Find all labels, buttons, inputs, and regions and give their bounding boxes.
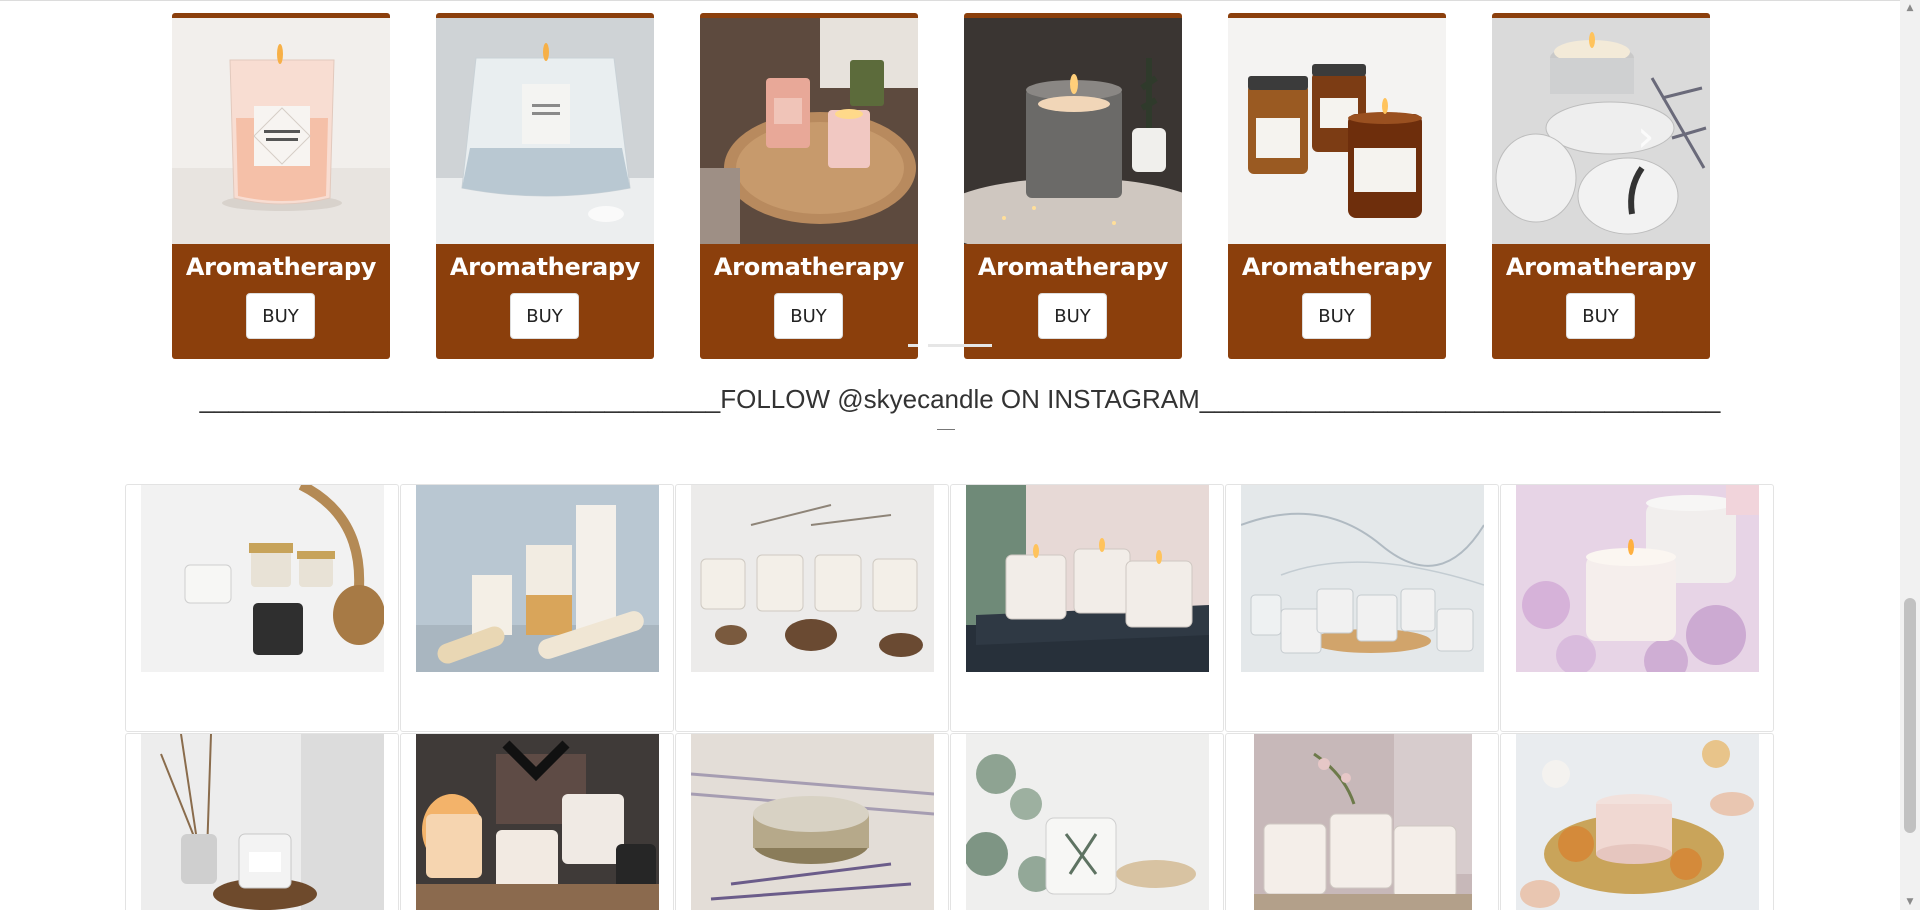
photo-jar-eucalyptus bbox=[966, 734, 1209, 910]
product-image-glass-fur bbox=[964, 18, 1182, 244]
product-title: Aromatherapy bbox=[185, 253, 377, 281]
product-carousel: Aromatherapy BUY Aromatherapy BUY Aromat… bbox=[172, 13, 1710, 359]
instagram-tile[interactable] bbox=[125, 484, 399, 732]
instagram-tile[interactable] bbox=[125, 733, 399, 910]
photo-tin-lavender bbox=[691, 734, 934, 910]
scroll-down-icon[interactable]: ▼ bbox=[1900, 894, 1920, 910]
product-title: Aromatherapy bbox=[1241, 253, 1433, 281]
candle-photo bbox=[700, 18, 918, 244]
buy-button[interactable]: BUY bbox=[1302, 293, 1371, 339]
page: Aromatherapy BUY Aromatherapy BUY Aromat… bbox=[0, 0, 1920, 910]
product-card: Aromatherapy BUY bbox=[172, 13, 390, 359]
product-image-tins-lavender bbox=[1492, 18, 1710, 244]
photo-jars-linen-flowers bbox=[1254, 734, 1472, 910]
product-card: Aromatherapy BUY bbox=[964, 13, 1182, 359]
chevron-right-icon[interactable]: › bbox=[1637, 115, 1655, 159]
product-image-amber-jars bbox=[1228, 18, 1446, 244]
product-card: Aromatherapy BUY bbox=[1228, 13, 1446, 359]
buy-button[interactable]: BUY bbox=[774, 293, 843, 339]
candle-photo bbox=[1492, 18, 1710, 244]
instagram-gallery bbox=[125, 484, 1774, 910]
instagram-tile[interactable] bbox=[400, 733, 674, 910]
product-card: Aromatherapy BUY bbox=[436, 13, 654, 359]
instagram-tile[interactable] bbox=[1500, 484, 1774, 732]
instagram-tile[interactable] bbox=[400, 484, 674, 732]
product-card: Aromatherapy BUY bbox=[1492, 13, 1710, 359]
instagram-tile[interactable] bbox=[675, 484, 949, 732]
product-title: Aromatherapy bbox=[449, 253, 641, 281]
heading-underline bbox=[937, 429, 955, 430]
candle-photo bbox=[172, 18, 390, 244]
photo-candles-dark-books bbox=[966, 485, 1209, 672]
buy-button[interactable]: BUY bbox=[246, 293, 315, 339]
photo-jars-pinecones bbox=[691, 485, 934, 672]
product-title: Aromatherapy bbox=[713, 253, 905, 281]
carousel-dot[interactable] bbox=[908, 344, 918, 347]
scrollbar-thumb[interactable] bbox=[1904, 598, 1916, 833]
scroll-up-icon[interactable]: ▲ bbox=[1900, 0, 1920, 16]
instagram-tile[interactable] bbox=[950, 484, 1224, 732]
instagram-tile[interactable] bbox=[1225, 733, 1499, 910]
carousel-indicators bbox=[908, 344, 992, 348]
instagram-heading: ____________________________________FOLL… bbox=[199, 384, 1721, 414]
photo-pillar-dried-citrus bbox=[1516, 734, 1759, 910]
product-title: Aromatherapy bbox=[1505, 253, 1697, 281]
photo-jar-diffuser bbox=[141, 734, 384, 910]
candle-photo bbox=[436, 18, 654, 244]
photo-pillar-candles-gold bbox=[416, 485, 659, 672]
buy-button[interactable]: BUY bbox=[510, 293, 579, 339]
product-title: Aromatherapy bbox=[977, 253, 1169, 281]
photo-jars-marble-board bbox=[1241, 485, 1484, 672]
carousel-dot[interactable] bbox=[928, 344, 992, 347]
product-image-lait-de-coco bbox=[172, 18, 390, 244]
candle-photo bbox=[964, 18, 1182, 244]
product-image-pure-linen bbox=[436, 18, 654, 244]
candle-photo bbox=[1228, 18, 1446, 244]
photo-jars-rattan bbox=[141, 485, 384, 672]
instagram-tile[interactable] bbox=[675, 733, 949, 910]
instagram-tile[interactable] bbox=[1225, 484, 1499, 732]
instagram-tile[interactable] bbox=[950, 733, 1224, 910]
top-divider bbox=[0, 0, 1900, 1]
buy-button[interactable]: BUY bbox=[1038, 293, 1107, 339]
product-image-happy-space bbox=[700, 18, 918, 244]
photo-white-candle-flowers bbox=[1516, 485, 1759, 672]
product-card: Aromatherapy BUY bbox=[700, 13, 918, 359]
instagram-tile[interactable] bbox=[1500, 733, 1774, 910]
page-scrollbar[interactable]: ▲ ▼ bbox=[1900, 0, 1920, 910]
photo-gift-box-candles bbox=[416, 734, 659, 910]
buy-button[interactable]: BUY bbox=[1566, 293, 1635, 339]
